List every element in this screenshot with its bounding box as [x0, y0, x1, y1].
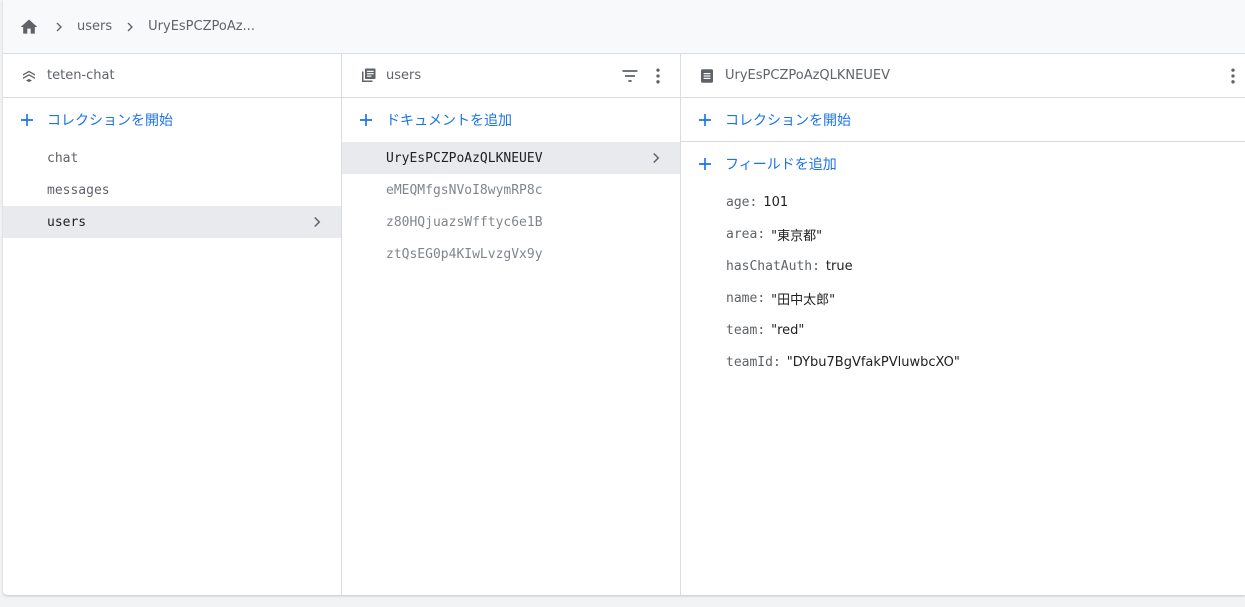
document-item[interactable]: eMEQMfgsNVoI8wymRP8c	[342, 174, 680, 206]
add-document-label: ドキュメントを追加	[386, 113, 512, 129]
breadcrumb-item-users[interactable]: users	[77, 19, 112, 34]
field-row-hasChatAuth[interactable]: hasChatAuth: true	[681, 250, 1245, 282]
chevron-right-icon	[47, 15, 71, 39]
field-key: team	[726, 322, 758, 338]
field-colon: :	[757, 290, 766, 306]
collection-item-messages[interactable]: messages	[3, 174, 341, 206]
collection-item-users[interactable]: users	[3, 206, 341, 238]
plus-icon	[695, 154, 715, 174]
field-value: 101	[763, 194, 789, 210]
field-key: age	[726, 194, 750, 210]
plus-icon	[17, 110, 37, 130]
collection-panel: users ドキュメントを追加 UryEsPCZPoAzQLKNEUEV eME…	[342, 54, 681, 595]
plus-icon	[356, 110, 376, 130]
add-field-button[interactable]: フィールドを追加	[681, 142, 1245, 186]
filter-icon[interactable]	[618, 64, 642, 88]
document-item[interactable]: z80HQjuazsWfftyc6e1B	[342, 206, 680, 238]
start-subcollection-button[interactable]: コレクションを開始	[681, 98, 1245, 142]
more-vert-icon[interactable]	[1221, 64, 1245, 88]
collection-panel-header: users	[342, 54, 680, 98]
breadcrumb-item-document[interactable]: UryEsPCZPoAz...	[148, 19, 255, 34]
firestore-database-icon	[19, 66, 39, 86]
document-panel: UryEsPCZPoAzQLKNEUEV コレクションを開始 フィールドを追加	[681, 54, 1245, 595]
field-value: "東京都"	[771, 228, 823, 244]
chevron-right-icon	[305, 210, 329, 234]
document-item[interactable]: UryEsPCZPoAzQLKNEUEV	[342, 142, 680, 174]
add-field-label: フィールドを追加	[725, 157, 837, 173]
collection-header-actions	[618, 54, 670, 98]
field-row-team[interactable]: team: "red"	[681, 314, 1245, 346]
field-value: "red"	[771, 322, 805, 338]
field-key: teamId	[726, 354, 773, 370]
document-panel-header: UryEsPCZPoAzQLKNEUEV	[681, 54, 1245, 98]
field-value: "田中太郎"	[771, 292, 836, 308]
start-collection-label: コレクションを開始	[47, 113, 173, 129]
database-title: teten-chat	[47, 68, 115, 83]
plus-icon	[695, 110, 715, 130]
field-value: "DYbu7BgVfakPVluwbcXO"	[786, 354, 960, 370]
field-colon: :	[757, 322, 766, 338]
field-colon: :	[757, 226, 766, 242]
firestore-data-viewer: users UryEsPCZPoAz... teten-chat コレクションを…	[3, 0, 1245, 595]
start-collection-button[interactable]: コレクションを開始	[3, 98, 341, 142]
collection-item-chat[interactable]: chat	[3, 142, 341, 174]
document-title: UryEsPCZPoAzQLKNEUEV	[725, 68, 890, 83]
root-panel-header: teten-chat	[3, 54, 341, 98]
collection-icon	[358, 66, 378, 86]
field-colon: :	[772, 354, 781, 370]
field-value: true	[825, 258, 853, 274]
field-key: area	[726, 226, 758, 242]
collection-title: users	[386, 68, 422, 83]
field-key: name	[726, 290, 758, 306]
document-item[interactable]: ztQsEG0p4KIwLvzgVx9y	[342, 238, 680, 270]
document-item-label: UryEsPCZPoAzQLKNEUEV	[386, 150, 543, 166]
add-document-button[interactable]: ドキュメントを追加	[342, 98, 680, 142]
start-subcollection-label: コレクションを開始	[725, 112, 851, 129]
chevron-right-icon	[644, 146, 668, 170]
field-key: hasChatAuth	[726, 258, 813, 274]
field-colon: :	[812, 258, 820, 274]
field-row-teamId[interactable]: teamId: "DYbu7BgVfakPVluwbcXO"	[681, 346, 1245, 378]
breadcrumb: users UryEsPCZPoAz...	[3, 0, 1245, 54]
chevron-right-icon	[118, 15, 142, 39]
field-row-name[interactable]: name: "田中太郎"	[681, 282, 1245, 314]
root-panel: teten-chat コレクションを開始 chat messages users	[3, 54, 342, 595]
home-icon[interactable]	[17, 15, 41, 39]
panel-columns: teten-chat コレクションを開始 chat messages users	[3, 54, 1245, 595]
field-row-age[interactable]: age: 101	[681, 186, 1245, 218]
field-colon: :	[749, 194, 758, 210]
document-header-actions	[1221, 54, 1245, 98]
document-icon	[697, 66, 717, 86]
more-vert-icon[interactable]	[646, 64, 670, 88]
collection-item-label: users	[47, 214, 87, 230]
field-row-area[interactable]: area: "東京都"	[681, 218, 1245, 250]
